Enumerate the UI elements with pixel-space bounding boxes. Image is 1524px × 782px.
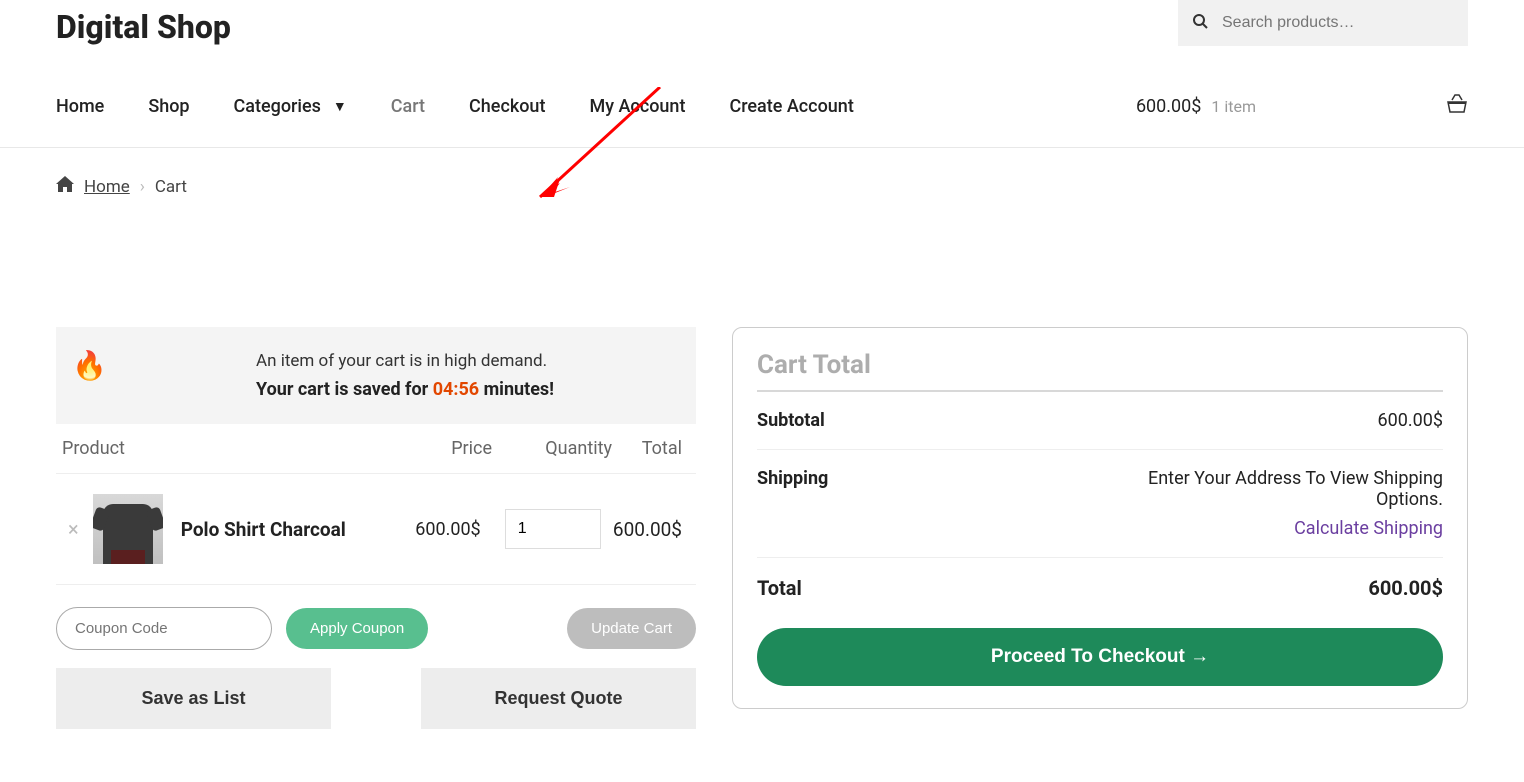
nav-cart[interactable]: Cart — [391, 96, 425, 117]
breadcrumb-separator: › — [140, 177, 145, 197]
header-cart-amount: 600.00$ — [1136, 96, 1201, 117]
search-icon — [1192, 13, 1208, 33]
row-total: 600.00$ — [601, 518, 690, 541]
total-value: 600.00$ — [1368, 576, 1443, 600]
quantity-input[interactable] — [505, 509, 601, 549]
th-quantity: Quantity — [492, 438, 612, 459]
product-thumbnail[interactable] — [93, 494, 163, 564]
banner-line1: An item of your cart is in high demand. — [256, 351, 672, 371]
cart-total-box: Cart Total Subtotal 600.00$ Shipping Ent… — [732, 327, 1468, 709]
th-total: Total — [612, 438, 690, 459]
product-name[interactable]: Polo Shirt Charcoal — [181, 518, 381, 541]
search-input[interactable] — [1178, 0, 1468, 46]
update-cart-button[interactable]: Update Cart — [567, 608, 696, 649]
save-as-list-button[interactable]: Save as List — [56, 668, 331, 729]
remove-item-icon[interactable]: × — [62, 517, 85, 541]
nav-shop[interactable]: Shop — [148, 96, 189, 117]
subtotal-value: 600.00$ — [1378, 410, 1443, 431]
header-cart[interactable]: 600.00$ 1 item — [1136, 94, 1468, 119]
calculate-shipping-link[interactable]: Calculate Shipping — [1113, 518, 1443, 539]
home-icon — [56, 176, 74, 197]
banner-timer: 04:56 — [433, 379, 479, 400]
coupon-input[interactable] — [56, 607, 272, 650]
th-price: Price — [392, 438, 492, 459]
site-title[interactable]: Digital Shop — [56, 0, 231, 46]
shipping-label: Shipping — [757, 468, 828, 489]
urgency-banner: 🔥 An item of your cart is in high demand… — [56, 327, 696, 424]
nav-home[interactable]: Home — [56, 96, 104, 117]
header-cart-count: 1 item — [1211, 97, 1256, 116]
nav-my-account[interactable]: My Account — [589, 96, 685, 117]
product-price: 600.00$ — [381, 519, 481, 540]
breadcrumb-home[interactable]: Home — [84, 177, 130, 197]
shipping-text: Enter Your Address To View Shipping Opti… — [1148, 468, 1443, 510]
cart-table-header: Product Price Quantity Total — [56, 424, 696, 473]
main-nav: Home Shop Categories ▼ Cart Checkout My … — [56, 96, 854, 117]
nav-checkout[interactable]: Checkout — [469, 96, 545, 117]
basket-icon — [1266, 94, 1468, 119]
request-quote-button[interactable]: Request Quote — [421, 668, 696, 729]
th-product: Product — [62, 438, 392, 459]
total-label: Total — [757, 576, 802, 600]
chevron-down-icon: ▼ — [333, 98, 347, 115]
fire-icon: 🔥 — [72, 349, 107, 382]
breadcrumb: Home › Cart — [0, 148, 1524, 197]
breadcrumb-current: Cart — [155, 177, 187, 197]
table-row: × Polo Shirt Charcoal 600.00$ 600.00$ — [56, 473, 696, 585]
proceed-to-checkout-button[interactable]: Proceed To Checkout → — [757, 628, 1443, 686]
banner-line2: Your cart is saved for 04:56 minutes! — [256, 379, 672, 400]
subtotal-label: Subtotal — [757, 410, 825, 431]
nav-categories[interactable]: Categories — [234, 96, 321, 117]
apply-coupon-button[interactable]: Apply Coupon — [286, 608, 428, 649]
cart-total-title: Cart Total — [757, 350, 1443, 392]
nav-create-account[interactable]: Create Account — [729, 96, 853, 117]
